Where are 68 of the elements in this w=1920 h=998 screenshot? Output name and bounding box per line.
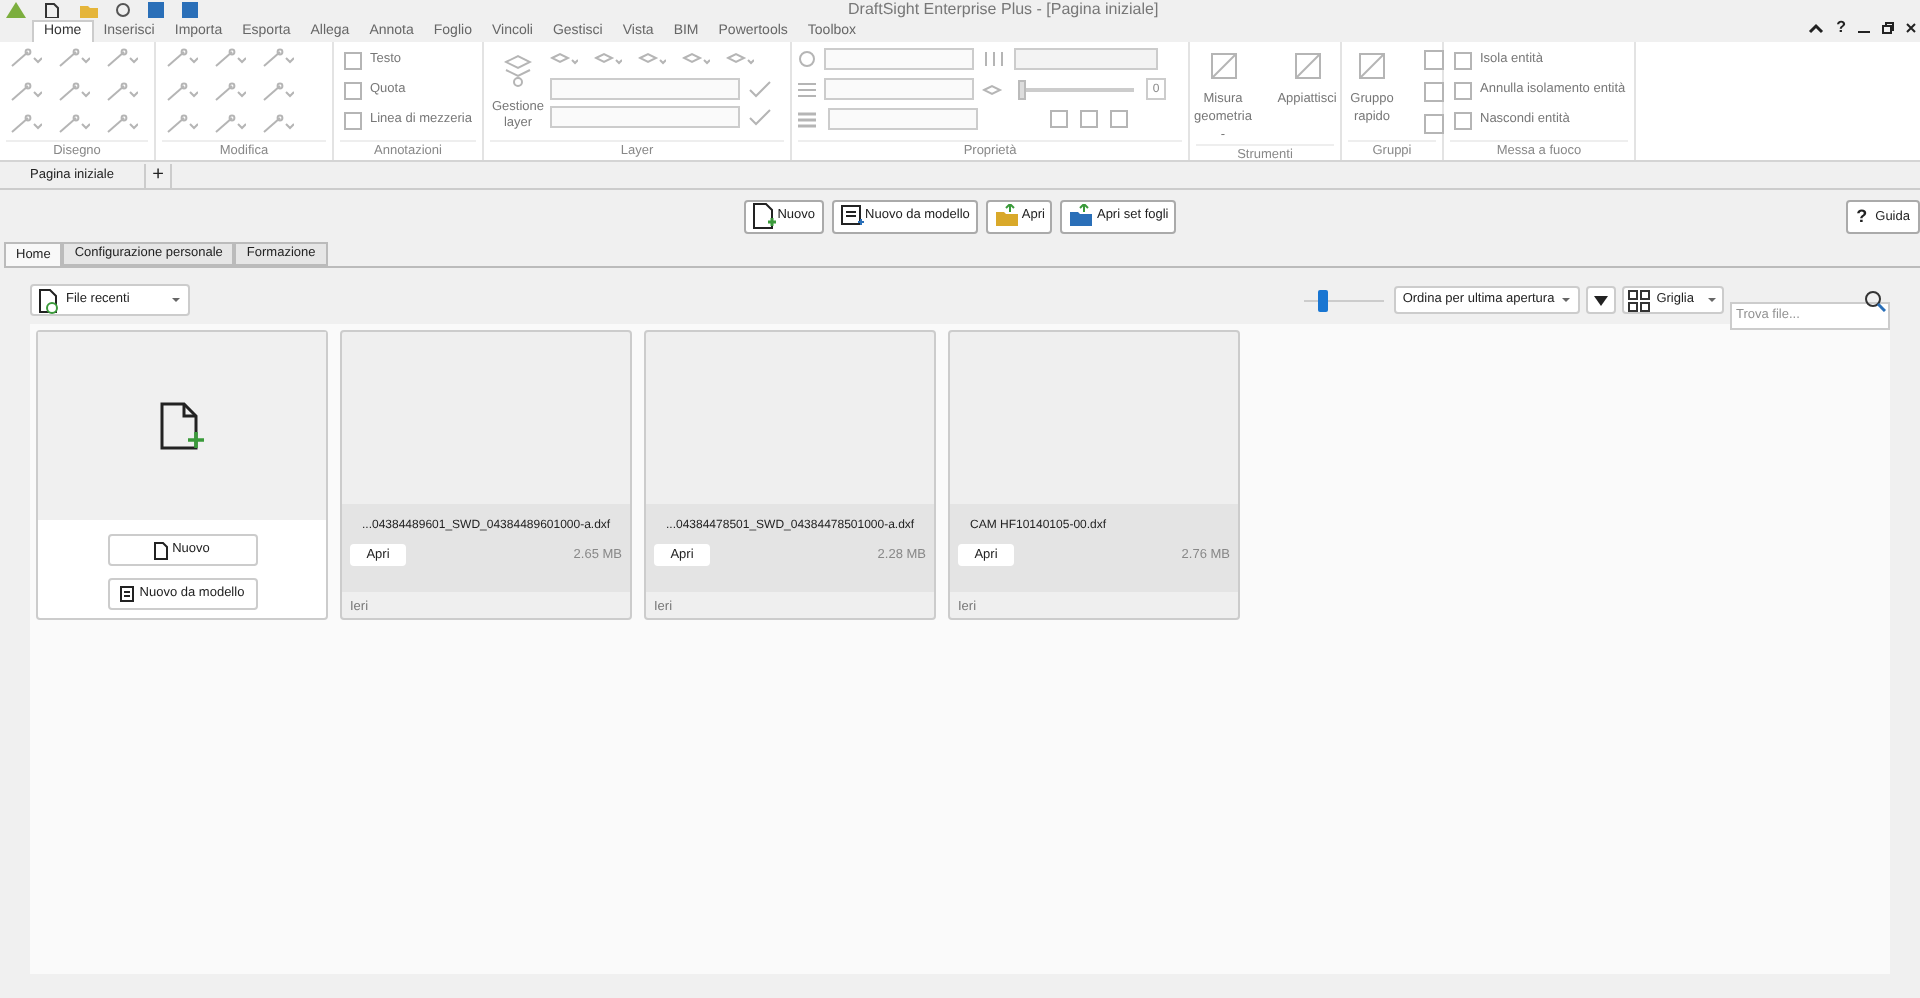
- layer-tool-icon: [682, 51, 710, 69]
- new-document-icon: [158, 400, 206, 452]
- drawing-tool-icon: [10, 114, 42, 137]
- lineweight-icon: [798, 80, 816, 98]
- layer-dropdown[interactable]: [550, 106, 740, 128]
- folder-icon: [78, 2, 100, 18]
- new-tab-button[interactable]: +: [144, 164, 172, 188]
- tool-icon: [1207, 50, 1239, 82]
- color-dropdown[interactable]: [824, 48, 974, 70]
- zoom-slider[interactable]: [1304, 289, 1385, 311]
- restore-icon: [1882, 22, 1894, 34]
- new-document-icon: [751, 202, 776, 230]
- drawing-tool-icon: [166, 48, 198, 70]
- color-icon: [798, 50, 816, 68]
- recent-file-icon: [38, 287, 60, 313]
- search-icon: [1864, 289, 1886, 311]
- help-icon: ?: [1856, 203, 1868, 231]
- filter-button[interactable]: [1586, 286, 1617, 314]
- drawing-tool-icon: [262, 48, 294, 70]
- grid-icon: [1628, 289, 1651, 311]
- tool-icon: [1291, 50, 1323, 82]
- new-file-icon: [44, 2, 64, 18]
- template-icon: [119, 585, 136, 603]
- drawing-tool-icon: [214, 114, 246, 137]
- slider-thumb[interactable]: [1018, 79, 1026, 99]
- triangle-down-icon: [1594, 295, 1609, 305]
- folder-icon: [993, 204, 1020, 228]
- slider-thumb[interactable]: [1318, 289, 1329, 311]
- layer-tool-icon: [594, 51, 622, 69]
- window-title: DraftSight Enterprise Plus - [Pagina iniziale]: [848, 0, 1159, 20]
- caret-icon: [1560, 296, 1573, 304]
- layers-icon: [504, 52, 532, 88]
- layer-tool-icon: [638, 51, 666, 69]
- layer-dropdown[interactable]: [550, 78, 740, 100]
- drawing-tool-icon: [214, 48, 246, 70]
- document-icon: [154, 541, 169, 559]
- drawing-tool-icon: [106, 81, 138, 104]
- template-icon: [839, 204, 864, 228]
- drawing-tool-icon: [10, 48, 42, 70]
- collapse-ribbon-icon: [1808, 22, 1825, 34]
- transparency-icon: [982, 80, 1006, 98]
- layer-tool-icon: [550, 51, 578, 69]
- drawing-tool-icon: [262, 114, 294, 137]
- drawing-tool-icon: [58, 81, 90, 104]
- drawing-tool-icon: [58, 48, 90, 70]
- lineweight-icon: [798, 110, 816, 128]
- drawing-tool-icon: [166, 81, 198, 104]
- drawing-tool-icon: [214, 81, 246, 104]
- drawing-tool-icon: [106, 48, 138, 70]
- folder-icon: [1068, 204, 1095, 228]
- close-icon: [1906, 22, 1916, 34]
- drawing-tool-icon: [166, 114, 198, 137]
- drawing-tool-icon: [10, 81, 42, 104]
- style-dropdown[interactable]: [828, 108, 978, 130]
- drawing-tool-icon: [106, 114, 138, 137]
- layer-tool-icon: [726, 51, 754, 69]
- caret-icon: [170, 296, 182, 304]
- linetype-icon: [982, 50, 1006, 68]
- caret-icon: [1706, 296, 1718, 304]
- layer-tool-icon: [748, 80, 772, 98]
- drawing-tool-icon: [58, 114, 90, 137]
- layer-tool-icon: [748, 108, 772, 126]
- tool-icon: [1356, 50, 1388, 82]
- linetype-dropdown[interactable]: [1014, 48, 1158, 70]
- lineweight-dropdown[interactable]: [824, 78, 974, 100]
- help-button[interactable]: ?: [1836, 20, 1846, 36]
- drawing-tool-icon: [262, 81, 294, 104]
- app-logo-icon: [4, 0, 28, 20]
